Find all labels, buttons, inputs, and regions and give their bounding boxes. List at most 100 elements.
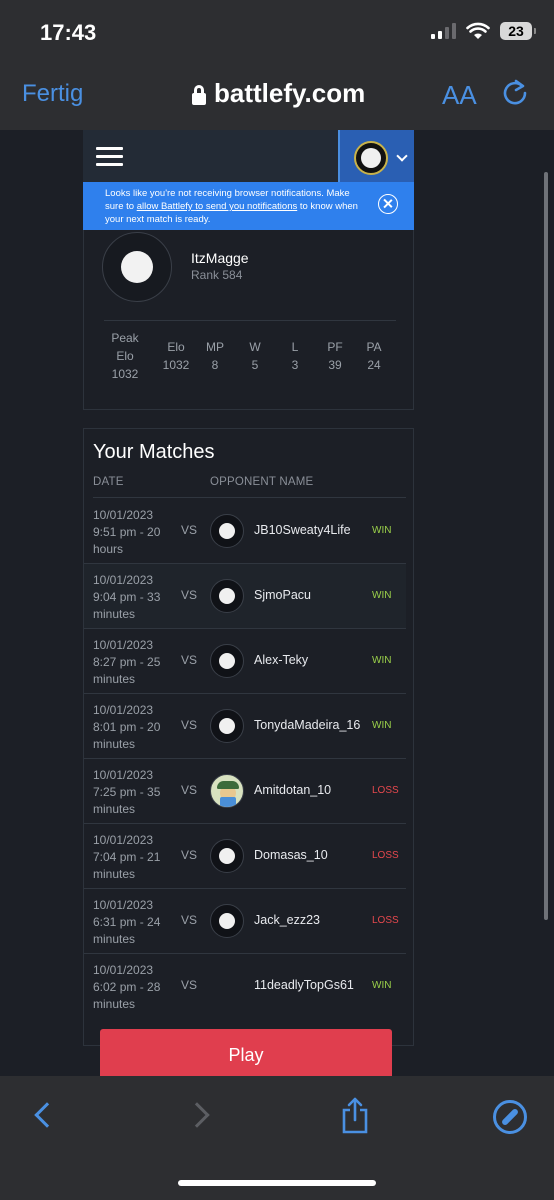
- stat-label: PF: [327, 340, 343, 354]
- vs-label: VS: [181, 718, 198, 732]
- opponent-avatar: [210, 774, 244, 808]
- match-date: 10/01/2023 7:25 pm - 35 minutes: [93, 768, 161, 816]
- site-header: [83, 130, 414, 182]
- url-field[interactable]: battlefy.com: [192, 78, 365, 109]
- opponent-name[interactable]: SjmoPacu: [254, 588, 311, 602]
- match-row[interactable]: 10/01/2023 9:04 pm - 33 minutes VS SjmoPa…: [84, 564, 406, 629]
- status-time: 17:43: [40, 20, 97, 45]
- match-date: 10/01/2023 8:27 pm - 25 minutes: [93, 638, 161, 686]
- stat-pa: PA 24: [359, 338, 389, 374]
- menu-icon[interactable]: [96, 147, 123, 171]
- match-row[interactable]: 10/01/2023 8:27 pm - 25 minutes VS Alex-T…: [84, 629, 406, 694]
- match-result: WIN: [372, 655, 392, 666]
- vs-label: VS: [181, 913, 198, 927]
- opponent-name[interactable]: 11deadlyTopGs61: [254, 978, 354, 992]
- status-icons: 23: [431, 22, 536, 40]
- page-content: Looks like you're not receiving browser …: [0, 130, 554, 1076]
- share-icon[interactable]: [340, 1096, 370, 1134]
- opponent-name[interactable]: Jack_ezz23: [254, 913, 320, 927]
- column-header-opponent: OPPONENT NAME: [210, 476, 314, 488]
- match-row[interactable]: 10/01/2023 7:04 pm - 21 minutes VS Domasa…: [84, 824, 406, 889]
- profile-card: ItzMagge Rank 584 Peak Elo 1032 Elo 1032…: [83, 230, 414, 410]
- notification-link[interactable]: allow Battlefy to send you notifications: [137, 201, 298, 212]
- forward-icon[interactable]: [184, 1102, 210, 1128]
- match-result: WIN: [372, 720, 392, 731]
- stat-l: L 3: [282, 338, 308, 374]
- match-result: WIN: [372, 525, 392, 536]
- match-result: WIN: [372, 590, 392, 601]
- stat-label: PA: [366, 340, 382, 354]
- match-row[interactable]: 10/01/2023 8:01 pm - 20 minutes VS Tonyda…: [84, 694, 406, 759]
- stat-label: Elo: [167, 340, 185, 354]
- compass-icon[interactable]: [493, 1100, 527, 1134]
- home-indicator: [178, 1180, 376, 1186]
- notification-banner: Looks like you're not receiving browser …: [83, 182, 414, 230]
- match-result: WIN: [372, 980, 392, 991]
- column-header-date: DATE: [93, 476, 124, 488]
- match-date: 10/01/2023 6:02 pm - 28 minutes: [93, 963, 161, 1011]
- opponent-avatar: [210, 839, 244, 873]
- match-row[interactable]: 10/01/2023 7:25 pm - 35 minutes VS Amitdo…: [84, 759, 406, 824]
- vs-label: VS: [181, 523, 198, 537]
- match-row[interactable]: 10/01/2023 6:31 pm - 24 minutes VS Jack_e…: [84, 889, 406, 954]
- opponent-avatar: [210, 644, 244, 678]
- battery-icon: 23: [500, 22, 536, 40]
- scrollbar[interactable]: [544, 172, 548, 920]
- profile-name: ItzMagge: [191, 250, 249, 266]
- match-date: 10/01/2023 8:01 pm - 20 minutes: [93, 703, 161, 751]
- chevron-down-icon: [396, 150, 408, 162]
- vs-label: VS: [181, 978, 198, 992]
- stat-label: MP: [206, 340, 224, 354]
- match-date: 10/01/2023 9:04 pm - 33 minutes: [93, 573, 161, 621]
- close-icon[interactable]: [378, 194, 398, 214]
- stat-value: 39: [328, 358, 342, 372]
- wifi-icon: [466, 22, 490, 39]
- opponent-avatar: [210, 709, 244, 743]
- opponent-avatar: [210, 514, 244, 548]
- stat-value: 5: [251, 358, 259, 372]
- matches-title: Your Matches: [93, 441, 215, 463]
- matches-card: Your Matches DATE OPPONENT NAME 10/01/20…: [83, 428, 414, 1046]
- stat-pf: PF 39: [320, 338, 350, 374]
- stat-value: 8: [211, 358, 219, 372]
- account-menu-button[interactable]: [338, 130, 414, 182]
- vs-label: VS: [181, 588, 198, 602]
- url-text: battlefy.com: [214, 78, 366, 108]
- match-result: LOSS: [372, 785, 399, 796]
- opponent-avatar: [210, 904, 244, 938]
- opponent-name[interactable]: Amitdotan_10: [254, 783, 331, 797]
- vs-label: VS: [181, 848, 198, 862]
- done-button[interactable]: Fertig: [22, 80, 83, 108]
- play-button[interactable]: Play: [100, 1029, 392, 1076]
- match-row[interactable]: 10/01/2023 6:02 pm - 28 minutes VS 11dead…: [84, 954, 406, 1019]
- match-date: 10/01/2023 9:51 pm - 20 hours: [93, 508, 161, 556]
- profile-rank: Rank 584: [191, 268, 243, 282]
- stat-value: 3: [291, 358, 299, 372]
- divider: [104, 320, 396, 321]
- divider: [93, 497, 406, 498]
- lock-icon: [192, 84, 206, 105]
- vs-label: VS: [181, 783, 198, 797]
- stat-w: W 5: [242, 338, 268, 374]
- match-result: LOSS: [372, 915, 399, 926]
- opponent-avatar: [210, 579, 244, 613]
- browser-url-bar: Fertig battlefy.com AA: [0, 62, 554, 130]
- stat-label: L: [291, 340, 299, 354]
- stat-peak-elo: Peak Elo 1032: [102, 329, 148, 383]
- reload-icon[interactable]: [500, 78, 530, 108]
- back-icon[interactable]: [34, 1102, 60, 1128]
- stat-mp: MP 8: [200, 338, 230, 374]
- stat-value: 1032: [162, 358, 190, 372]
- text-size-button[interactable]: AA: [442, 80, 477, 111]
- stat-label: W: [249, 340, 261, 354]
- vs-label: VS: [181, 653, 198, 667]
- opponent-name[interactable]: Alex-Teky: [254, 653, 308, 667]
- opponent-name[interactable]: Domasas_10: [254, 848, 328, 862]
- match-date: 10/01/2023 7:04 pm - 21 minutes: [93, 833, 161, 881]
- opponent-name[interactable]: TonydaMadeira_16: [254, 718, 360, 732]
- stat-value: 24: [367, 358, 381, 372]
- stat-label: Peak Elo: [111, 331, 139, 363]
- opponent-name[interactable]: JB10Sweaty4Life: [254, 523, 351, 537]
- match-row[interactable]: 10/01/2023 9:51 pm - 20 hours VS JB10Swea…: [84, 499, 406, 564]
- stat-elo: Elo 1032: [158, 338, 194, 374]
